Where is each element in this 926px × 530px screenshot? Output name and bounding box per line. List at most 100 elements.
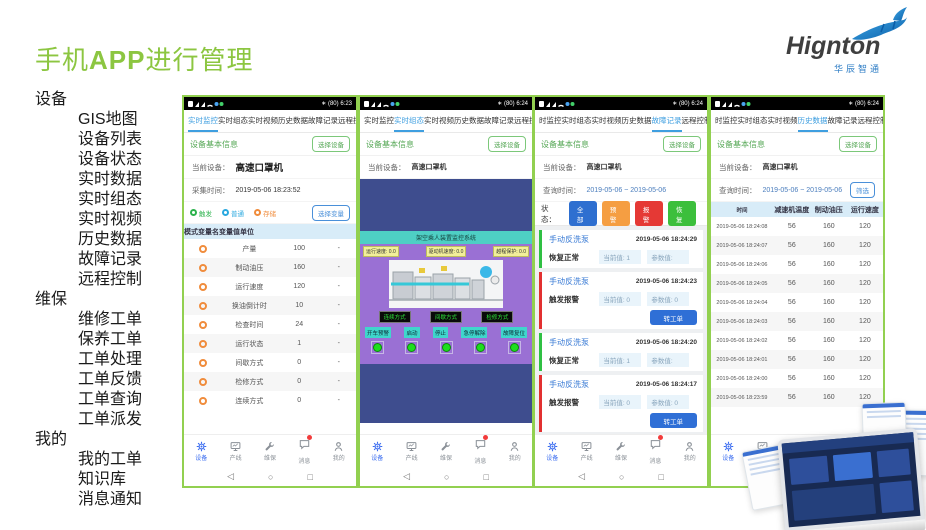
tab[interactable]: 历史数据 [798,110,828,132]
tab[interactable]: 远程控 [338,110,356,132]
fault-device-name[interactable]: 手动反洗泵 [549,337,589,348]
fault-state: 恢复正常 [549,355,599,366]
tab[interactable]: 实时视频 [592,110,622,132]
nav-item-device[interactable]: 设备 [360,441,394,462]
nav-item-production-line[interactable]: 产线 [394,441,428,462]
mode-button[interactable]: 连续方式 [379,311,411,323]
tab[interactable]: 实时组态 [394,110,424,132]
status-filter-chip[interactable]: 全部 [569,201,597,226]
control-button[interactable]: 开车预警 [365,327,391,338]
person-icon [684,441,695,452]
back-icon[interactable]: ◁ [227,471,234,482]
lamp-box [440,341,453,354]
query-value[interactable]: 2019-05-06 ~ 2019-05-06 [587,187,667,194]
fault-device-name[interactable]: 手动反洗泵 [549,276,589,287]
legend-item: 普通 [222,208,244,218]
home-icon[interactable]: ○ [268,472,273,482]
home-icon[interactable]: ○ [619,472,624,482]
mode-button[interactable]: 间歇方式 [430,311,462,323]
current-value-box: 当前值: 1 [599,250,641,264]
control-button[interactable]: 启动 [404,327,419,338]
param-value-box: 参数值: 0 [647,292,689,306]
tab[interactable]: 实时视频 [768,110,798,132]
fault-device-name[interactable]: 手动反洗泵 [549,234,589,245]
filter-button[interactable]: 筛选 [850,182,875,198]
time-label: 采集时间： [192,185,230,196]
tab[interactable]: 时监控 [715,110,738,132]
scada-field-value: 运行速度: 0.0 [363,246,399,257]
tab[interactable]: 历史数据 [622,110,652,132]
select-device-button[interactable]: 选择设备 [488,136,526,152]
tab[interactable]: 时监控 [539,110,562,132]
select-device-button[interactable]: 选择设备 [663,136,701,152]
mode-ring-icon [199,340,207,348]
status-bar: ∗ (80) 6:24 [360,97,532,110]
nav-item-messages[interactable]: 消息 [463,437,497,465]
nav-item-production-line[interactable]: 产线 [218,441,252,462]
nav-item-mine[interactable]: 我的 [498,441,532,462]
tab[interactable]: 实时组态 [738,110,768,132]
to-workorder-button[interactable]: 转工单 [650,310,698,325]
tab[interactable]: 故障记录 [828,110,858,132]
tab[interactable]: 历史数据 [454,110,484,132]
tab[interactable]: 故障记录 [308,110,338,132]
recents-icon[interactable]: □ [658,472,663,482]
status-time: ∗ (80) 6:24 [672,100,703,107]
variable-name: 检修方式 [222,377,277,387]
nav-item-device[interactable]: 设备 [535,441,569,462]
indicator-lamp-icon [373,343,382,352]
tab[interactable]: 远程控制 [682,110,708,132]
nav-label: 我的 [509,453,521,462]
status-filter-chip[interactable]: 恢复 [668,201,696,226]
column-header: 时间 [711,206,773,214]
run-speed: 120 [847,280,883,287]
tab[interactable]: 实时组态 [218,110,248,132]
back-icon[interactable]: ◁ [578,471,585,482]
query-value[interactable]: 2019-05-06 ~ 2019-05-06 [763,187,843,194]
indicator-lamp-icon [510,343,519,352]
tab[interactable]: 故障记录 [652,110,682,132]
tab[interactable]: 远程控 [514,110,532,132]
scada-control-buttons: 开车预警 启动 停止 急停解除 故障复位 [365,327,527,338]
tab[interactable]: 实时视频 [424,110,454,132]
scada-field-value: 驱动机速度: 0.0 [426,246,467,257]
brake-pressure: 160 [811,375,847,382]
select-variable-button[interactable]: 选择变量 [312,205,350,221]
select-device-button[interactable]: 选择设备 [839,136,877,152]
nav-item-maintenance[interactable]: 维保 [429,441,463,462]
status-filter-chip[interactable]: 预警 [602,201,630,226]
bottom-nav: 设备 产线 维保 消息 我的 [360,434,532,467]
nav-item-mine[interactable]: 我的 [673,441,707,462]
to-workorder-button[interactable]: 转工单 [650,413,698,428]
recents-icon[interactable]: □ [307,472,312,482]
nav-item-maintenance[interactable]: 维保 [604,441,638,462]
mode-ring-icon [199,245,207,253]
status-filter-chip[interactable]: 报警 [635,201,663,226]
tab[interactable]: 实时视频 [248,110,278,132]
control-button[interactable]: 急停解除 [461,327,487,338]
tab[interactable]: 实时监控 [188,110,218,132]
recents-icon[interactable]: □ [483,472,488,482]
param-value-box: 参数值: [647,250,689,264]
tab[interactable]: 实时监控 [364,110,394,132]
nav-item-device[interactable]: 设备 [711,441,745,462]
tab[interactable]: 实时组态 [562,110,592,132]
nav-item-messages[interactable]: 消息 [287,437,321,465]
mode-button[interactable]: 检修方式 [481,311,513,323]
nav-item-production-line[interactable]: 产线 [569,441,603,462]
home-icon[interactable]: ○ [444,472,449,482]
nav-item-maintenance[interactable]: 维保 [253,441,287,462]
variable-unit: - [322,397,356,404]
menu-item: 保养工单 [35,330,142,350]
control-button[interactable]: 故障复位 [501,327,527,338]
nav-item-mine[interactable]: 我的 [322,441,356,462]
fault-device-name[interactable]: 手动反洗泵 [549,379,589,390]
control-button[interactable]: 停止 [433,327,448,338]
nav-item-device[interactable]: 设备 [184,441,218,462]
back-icon[interactable]: ◁ [403,471,410,482]
tab[interactable]: 远程控制 [858,110,884,132]
nav-item-messages[interactable]: 消息 [638,437,672,465]
tab[interactable]: 历史数据 [278,110,308,132]
tab[interactable]: 故障记录 [484,110,514,132]
select-device-button[interactable]: 选择设备 [312,136,350,152]
